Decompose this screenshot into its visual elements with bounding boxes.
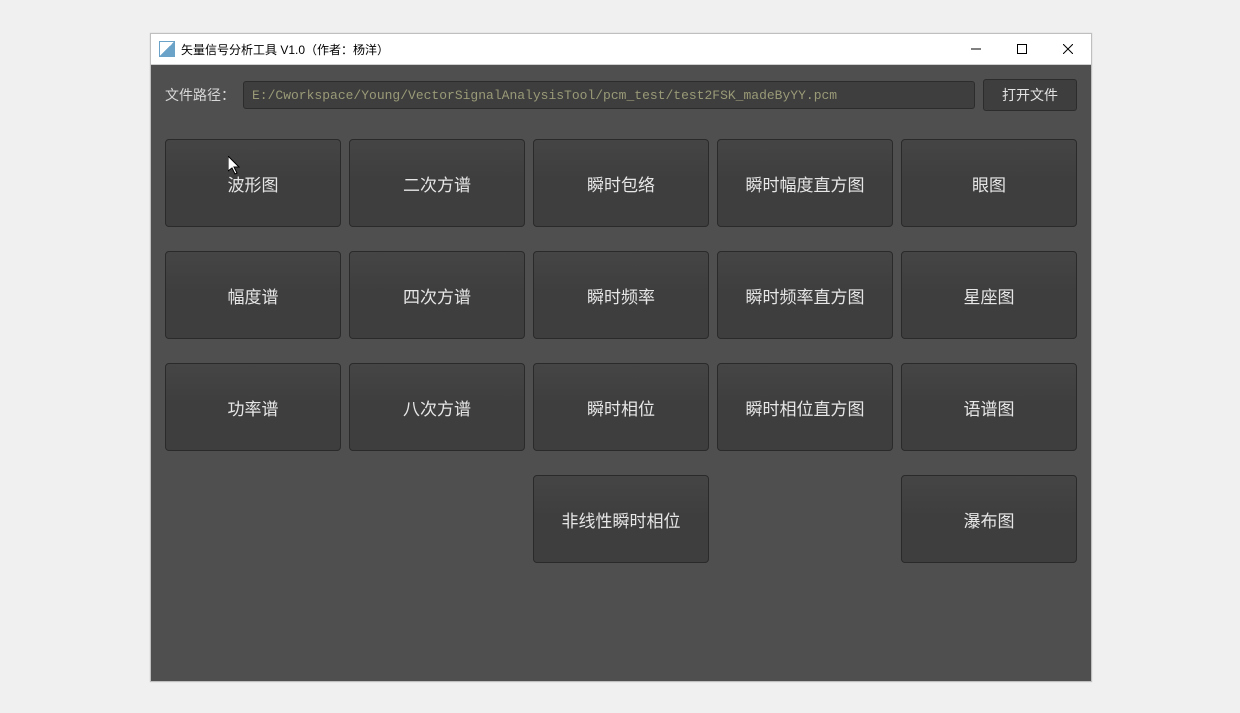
client-area: 文件路径： 打开文件 波形图 二次方谱 瞬时包络 瞬时幅度直方图 眼图 幅度谱 … bbox=[151, 65, 1091, 681]
tile-amplitude-spectrum[interactable]: 幅度谱 bbox=[165, 251, 341, 339]
app-icon bbox=[159, 41, 175, 57]
tile-inst-amplitude-hist[interactable]: 瞬时幅度直方图 bbox=[717, 139, 893, 227]
open-file-button-label: 打开文件 bbox=[1002, 85, 1058, 105]
tile-eighth-spectrum[interactable]: 八次方谱 bbox=[349, 363, 525, 451]
tile-power-spectrum[interactable]: 功率谱 bbox=[165, 363, 341, 451]
tile-inst-frequency[interactable]: 瞬时频率 bbox=[533, 251, 709, 339]
tile-inst-phase-hist[interactable]: 瞬时相位直方图 bbox=[717, 363, 893, 451]
file-path-input[interactable] bbox=[243, 81, 975, 109]
tile-waveform[interactable]: 波形图 bbox=[165, 139, 341, 227]
tile-constellation[interactable]: 星座图 bbox=[901, 251, 1077, 339]
tile-inst-phase[interactable]: 瞬时相位 bbox=[533, 363, 709, 451]
app-window: 矢量信号分析工具 V1.0（作者：杨洋） 文件路径： 打开文件 波形图 二次 bbox=[150, 33, 1092, 682]
tile-fourth-spectrum[interactable]: 四次方谱 bbox=[349, 251, 525, 339]
tile-eye-diagram[interactable]: 眼图 bbox=[901, 139, 1077, 227]
minimize-button[interactable] bbox=[953, 34, 999, 64]
close-button[interactable] bbox=[1045, 34, 1091, 64]
tile-inst-envelope[interactable]: 瞬时包络 bbox=[533, 139, 709, 227]
tile-nonlinear-inst-phase[interactable]: 非线性瞬时相位 bbox=[533, 475, 709, 563]
open-file-button[interactable]: 打开文件 bbox=[983, 79, 1077, 111]
window-title: 矢量信号分析工具 V1.0（作者：杨洋） bbox=[181, 41, 389, 58]
titlebar: 矢量信号分析工具 V1.0（作者：杨洋） bbox=[151, 34, 1091, 65]
analysis-grid: 波形图 二次方谱 瞬时包络 瞬时幅度直方图 眼图 幅度谱 四次方谱 瞬时频率 瞬… bbox=[165, 139, 1077, 563]
file-path-row: 文件路径： 打开文件 bbox=[165, 79, 1077, 111]
file-path-label: 文件路径： bbox=[165, 85, 235, 105]
maximize-button[interactable] bbox=[999, 34, 1045, 64]
tile-waterfall[interactable]: 瀑布图 bbox=[901, 475, 1077, 563]
tile-inst-frequency-hist[interactable]: 瞬时频率直方图 bbox=[717, 251, 893, 339]
tile-spectrogram[interactable]: 语谱图 bbox=[901, 363, 1077, 451]
tile-second-spectrum[interactable]: 二次方谱 bbox=[349, 139, 525, 227]
window-controls bbox=[953, 34, 1091, 64]
